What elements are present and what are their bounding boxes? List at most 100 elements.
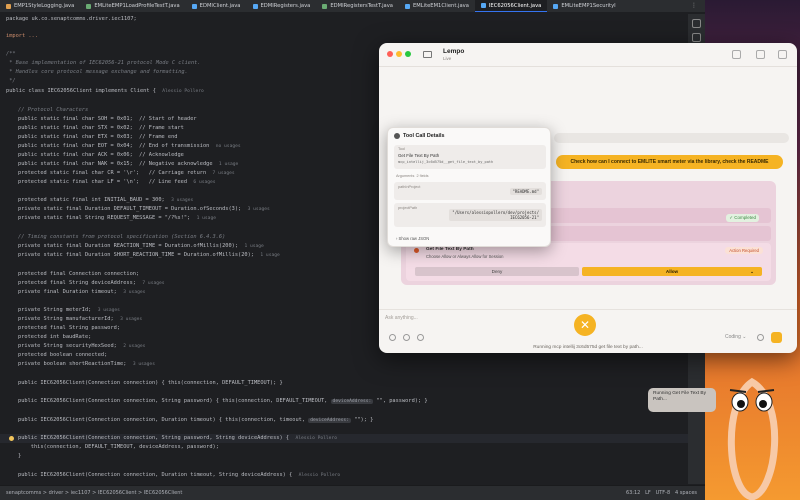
allow-button[interactable]: Allow ⌄ bbox=[582, 267, 762, 276]
argument-value: "/Users/alessiopollero/dev/projects/IEC6… bbox=[449, 209, 542, 221]
code-line: public IEC62056Client(Connection connect… bbox=[18, 398, 428, 404]
running-status: Running mcp intellij 3c6d575d get file t… bbox=[533, 345, 643, 350]
tab-label: EMLiteEMP1LoadProfileTestT.java bbox=[94, 3, 180, 9]
attach-image-icon[interactable] bbox=[403, 334, 410, 341]
indent-setting[interactable]: 4 spaces bbox=[675, 490, 697, 496]
code-line: protected static final char CR = '\r'; /… bbox=[18, 170, 235, 176]
code-line: protected static final int INITIAL_BAUD … bbox=[18, 197, 194, 203]
arguments-count: 2 fields bbox=[416, 174, 429, 178]
minimize-window-button[interactable] bbox=[396, 51, 402, 57]
arguments-label: Arguments 2 fields bbox=[396, 174, 429, 178]
sidebar-toggle-icon[interactable] bbox=[423, 51, 432, 58]
code-line: package uk.co.senaptcomms.driver.iec1107… bbox=[6, 16, 137, 22]
java-file-icon bbox=[191, 3, 197, 9]
doc-comment: * Handles core protocol message exchange… bbox=[6, 69, 188, 75]
java-file-icon bbox=[6, 3, 11, 9]
code-line: public static final char SOH = 0x01; // … bbox=[18, 116, 197, 122]
pending-tool-title: Get File Text By Path bbox=[426, 247, 474, 252]
editor-tab[interactable]: EDMIRegisters.java bbox=[247, 0, 317, 12]
close-window-button[interactable] bbox=[387, 51, 393, 57]
screenshot-icon[interactable] bbox=[756, 50, 765, 59]
action-required-badge: Action Required bbox=[725, 247, 763, 254]
maximize-window-button[interactable] bbox=[405, 51, 411, 57]
code-line: protected final String password; bbox=[18, 325, 121, 331]
editor-tab[interactable]: EMLiteEMP1LoadProfileTestT.java bbox=[80, 0, 185, 12]
tool-call-details-popup: Tool Call Details Tool Get File Text By … bbox=[387, 127, 551, 247]
editor-tab[interactable]: IEC62056Client.java bbox=[474, 0, 548, 12]
tab-label: EMLiteEM1Client.java bbox=[412, 3, 469, 9]
code-line: protected int baudRate; bbox=[18, 334, 92, 340]
line-separator[interactable]: LF bbox=[645, 490, 651, 496]
java-file-icon bbox=[404, 3, 410, 9]
breadcrumb[interactable]: senaptcomms > driver > iec1107 > IEC6205… bbox=[6, 490, 182, 496]
argument-row: pathInProject "README.md" bbox=[394, 182, 546, 200]
notifications-icon[interactable] bbox=[692, 19, 701, 28]
lempo-titlebar: Lempo Live bbox=[379, 43, 797, 67]
doc-comment: */ bbox=[6, 78, 16, 84]
app-name: Lempo bbox=[443, 48, 465, 55]
code-comment: // Timing constants from protocol specif… bbox=[18, 234, 226, 240]
database-icon[interactable] bbox=[692, 33, 701, 42]
chevron-down-icon[interactable]: ⌄ bbox=[750, 267, 754, 276]
tab-label: EDMIRegisters.java bbox=[260, 3, 311, 9]
file-encoding[interactable]: UTF-8 bbox=[656, 490, 671, 496]
code-line: } bbox=[18, 453, 22, 459]
mascot-icon[interactable] bbox=[712, 362, 800, 500]
tools-icon[interactable] bbox=[417, 334, 424, 341]
tool-id: mcp_intellij_3c6d575d__get_file_text_by_… bbox=[398, 160, 494, 164]
send-button[interactable] bbox=[771, 332, 782, 343]
java-file-icon bbox=[322, 3, 328, 9]
model-picker-icon[interactable] bbox=[732, 50, 741, 59]
editor-tab[interactable]: EMLiteEM1Client.java bbox=[399, 0, 475, 12]
argument-key: pathInProject bbox=[398, 185, 421, 189]
composer: Ask anything... ✕ Coding ⌄ Running mcp i… bbox=[379, 309, 797, 353]
tab-more-icon[interactable]: ⋮ bbox=[691, 2, 697, 9]
tab-label: EMP1StyleLogging.java bbox=[14, 3, 75, 9]
mode-select[interactable]: Coding ⌄ bbox=[725, 334, 746, 340]
tab-label: EDMIClient.java bbox=[199, 3, 241, 9]
code-line: import ... bbox=[6, 33, 38, 39]
user-message: Check how can I connect to EMLITE smart … bbox=[556, 155, 783, 169]
add-icon[interactable] bbox=[389, 334, 396, 341]
info-icon bbox=[394, 133, 400, 139]
code-line: public IEC62056Client(Connection connect… bbox=[18, 472, 341, 478]
code-comment: // Protocol Characters bbox=[18, 107, 89, 113]
editor-tab[interactable]: EMP1StyleLogging.java bbox=[0, 0, 80, 12]
new-chat-icon[interactable] bbox=[778, 50, 787, 59]
deny-button[interactable]: Deny bbox=[415, 267, 579, 276]
java-file-icon bbox=[252, 3, 258, 9]
code-line: private boolean shortReactionTime; 3 usa… bbox=[18, 361, 155, 367]
show-raw-json-toggle[interactable]: › Show raw JSON bbox=[396, 236, 429, 241]
editor-tab[interactable]: EDMIRegistersTestT.java bbox=[316, 0, 399, 12]
code-line: protected static final char LF = '\n'; /… bbox=[18, 179, 216, 185]
code-line: private final Duration timeout; 3 usages bbox=[18, 289, 146, 295]
cursor-position[interactable]: 63:12 bbox=[626, 490, 640, 496]
editor-tab[interactable]: EMLiteEMP1SecurityI bbox=[547, 0, 621, 12]
lightbulb-icon[interactable] bbox=[9, 436, 14, 441]
class-declaration: public class IEC62056Client implements C… bbox=[6, 88, 204, 94]
argument-value: "README.md" bbox=[509, 188, 542, 195]
editor-tab[interactable]: EDMIClient.java bbox=[186, 0, 247, 12]
tab-label: EDMIRegistersTestT.java bbox=[330, 3, 393, 9]
code-line: public static final char EOT = 0x04; // … bbox=[18, 143, 241, 149]
tool-info-box: Tool Get File Text By Path mcp_intellij_… bbox=[394, 145, 546, 169]
previous-message bbox=[554, 133, 789, 143]
mascot-speech-bubble: Running Get File Text By Path... bbox=[648, 388, 716, 412]
code-line: public static final char STX = 0x02; // … bbox=[18, 125, 184, 131]
code-line: public IEC62056Client(Connection connect… bbox=[18, 435, 337, 441]
status-bar: senaptcomms > driver > iec1107 > IEC6205… bbox=[0, 485, 705, 500]
pending-tool-call: Get File Text By Path Choose Allow or Al… bbox=[406, 243, 771, 281]
tool-label: Tool bbox=[398, 147, 405, 151]
code-line: protected final String deviceAddress; 7 … bbox=[18, 280, 165, 286]
connection-status: Live bbox=[443, 56, 452, 61]
microphone-icon[interactable] bbox=[757, 334, 764, 341]
doc-comment: /** bbox=[6, 51, 16, 57]
code-line: this(connection, DEFAULT_TIMEOUT, device… bbox=[18, 444, 219, 450]
code-line: public static final char NAK = 0x15; // … bbox=[18, 161, 239, 167]
status-right: 63:12 LF UTF-8 4 spaces bbox=[626, 490, 697, 496]
code-line: private static final Duration REACTION_T… bbox=[18, 243, 264, 249]
java-file-icon bbox=[480, 3, 486, 8]
code-line: private String manufacturerId; 3 usages bbox=[18, 316, 143, 322]
code-line: public static final char ETX = 0x03; // … bbox=[18, 134, 178, 140]
chat-input[interactable]: Ask anything... bbox=[385, 315, 418, 321]
